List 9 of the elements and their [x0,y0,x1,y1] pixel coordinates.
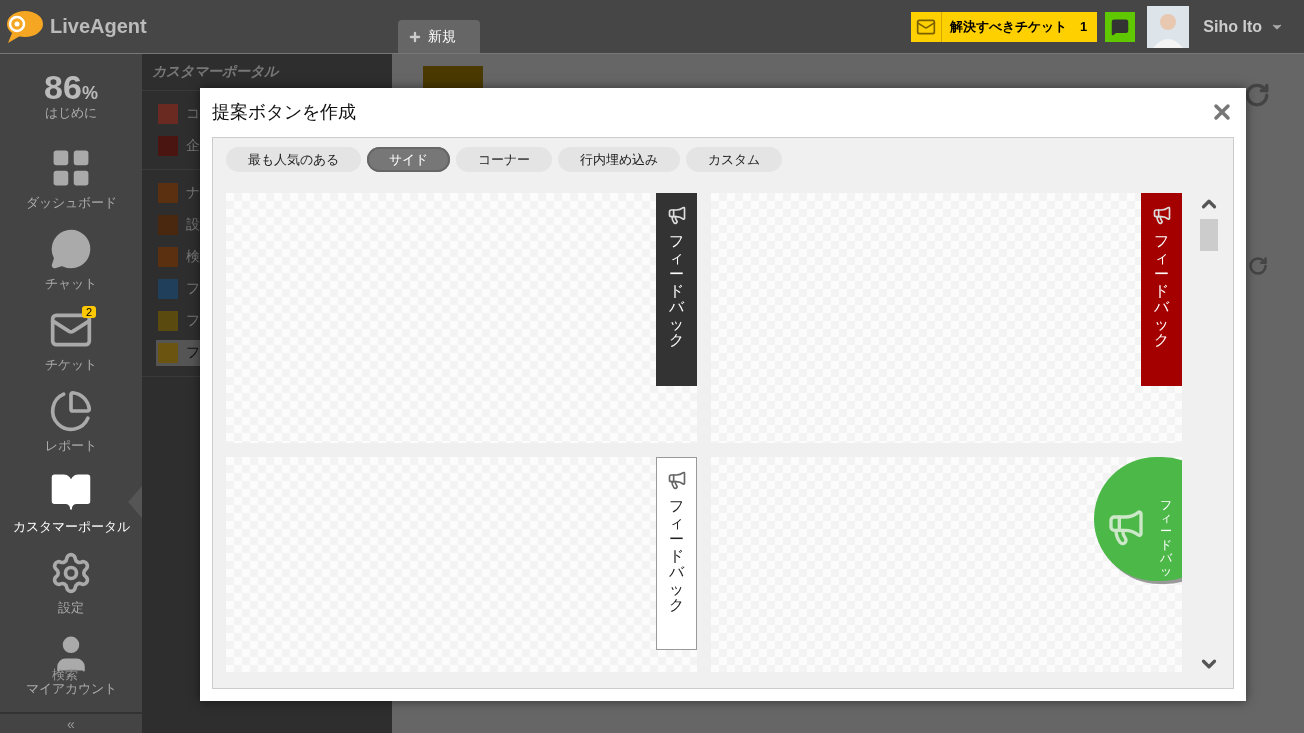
feedback-label: フィードバック [669,233,684,349]
progress-percent: 86% [44,70,98,104]
feedback-label: フィードバック [1154,233,1169,349]
logo-text: LiveAgent [50,15,147,38]
feedback-label: フィードバッ [1160,499,1172,579]
dialog-title: 提案ボタンを作成 [212,100,356,124]
feedback-label: フィードバック [669,498,684,614]
search-label: 検索 [52,666,78,684]
count-badge: 2 [82,306,97,318]
